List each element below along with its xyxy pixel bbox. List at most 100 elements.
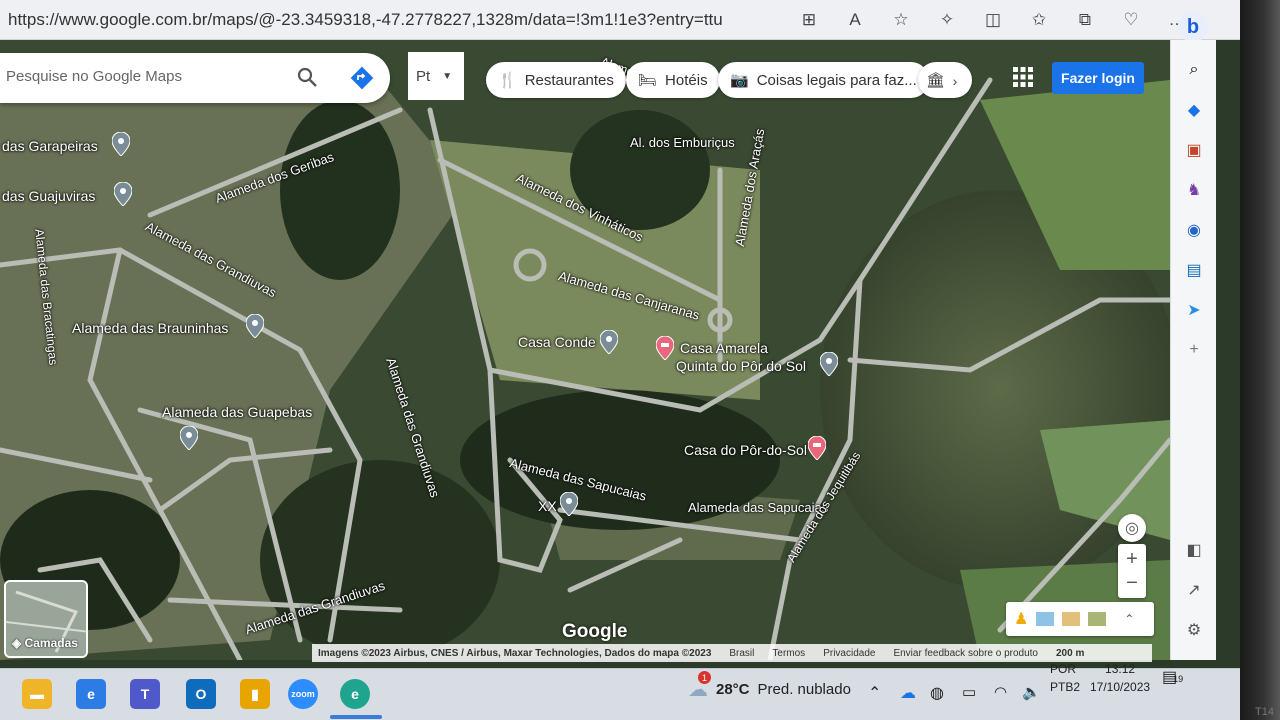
place-label[interactable]: Casa do Pôr-do-Sol: [684, 442, 807, 458]
map-imagery: [0, 40, 1170, 660]
zoom-icon[interactable]: zoom: [288, 679, 318, 709]
keyboard-layout: PTB2: [1050, 680, 1081, 694]
map-type-thumb[interactable]: [1062, 612, 1081, 626]
search-icon[interactable]: [295, 65, 319, 89]
read-aloud-icon[interactable]: A: [832, 8, 878, 32]
active-app-indicator: [330, 715, 382, 719]
place-label[interactable]: Casa Conde: [518, 334, 596, 350]
bing-copilot-icon[interactable]: b: [1178, 12, 1208, 42]
place-label[interactable]: Casa Amarela: [680, 340, 768, 356]
terms-link[interactable]: Termos: [772, 648, 805, 659]
country-link[interactable]: Brasil: [729, 648, 754, 659]
crosshair-icon: ◎: [1125, 520, 1139, 537]
expand-up-icon[interactable]: ⌃: [1124, 612, 1134, 626]
apps-grid-icon[interactable]: [1012, 66, 1034, 88]
chevron-up-icon[interactable]: ⌃: [868, 683, 881, 703]
address-bar[interactable]: https://www.google.com.br/maps/@-23.3459…: [8, 10, 723, 30]
chip-hotels[interactable]: 🛏 Hotéis: [626, 62, 720, 98]
outlook-icon[interactable]: O: [186, 679, 216, 709]
language-code: POR: [1050, 662, 1077, 676]
hotel-pin-icon[interactable]: [656, 336, 674, 360]
outlook-sidebar-icon[interactable]: ▤: [1184, 260, 1204, 280]
clock-date: 17/10/2023: [1090, 680, 1151, 694]
language-indicator[interactable]: POR PTB2: [1050, 662, 1080, 694]
language-select[interactable]: Pt ▼: [408, 52, 464, 100]
add-icon[interactable]: +: [1184, 340, 1204, 360]
map-type-thumb[interactable]: [1088, 612, 1107, 626]
hotel-pin-icon[interactable]: [808, 436, 826, 460]
map-footer: Imagens ©2023 Airbus, CNES / Airbus, Max…: [312, 644, 1152, 662]
map-pin-icon[interactable]: [112, 132, 130, 156]
language-value: Pt: [416, 67, 431, 85]
browser-toolbar: https://www.google.com.br/maps/@-23.3459…: [0, 0, 1240, 40]
satellite-map[interactable]: das Garapeiras Alameda dos Geribas das G…: [0, 40, 1170, 660]
road-label: das Guajuviras: [2, 188, 96, 204]
zoom-control: + −: [1118, 544, 1146, 598]
chips-next-button[interactable]: ›: [942, 68, 968, 94]
road-label: Alameda das Brauninhas: [72, 320, 229, 336]
road-label: Alameda das Guapebas: [162, 404, 313, 420]
zoom-out-button[interactable]: −: [1126, 571, 1138, 595]
search-input[interactable]: Pesquise no Google Maps: [6, 68, 182, 85]
directions-icon[interactable]: [350, 66, 374, 90]
shopping-tag-icon[interactable]: ◆: [1184, 100, 1204, 120]
extensions-icon[interactable]: ✧: [924, 8, 970, 32]
chip-restaurants[interactable]: 🍴 Restaurantes: [486, 62, 626, 98]
games-icon[interactable]: ♞: [1184, 180, 1204, 200]
split-screen-icon[interactable]: ◫: [970, 8, 1016, 32]
street-view-control[interactable]: ♟ ⌃: [1006, 602, 1154, 636]
tools-briefcase-icon[interactable]: ▣: [1184, 140, 1204, 160]
zoom-in-button[interactable]: +: [1126, 547, 1138, 571]
road-label: das Garapeiras: [2, 138, 98, 154]
login-button[interactable]: Fazer login: [1052, 62, 1144, 94]
edge-icon[interactable]: e: [340, 679, 370, 709]
place-label[interactable]: Quinta do Pôr do Sol: [676, 358, 806, 374]
cloud-icon: ☁ 1: [688, 671, 711, 702]
privacy-link[interactable]: Privacidade: [823, 648, 875, 659]
file-explorer-icon[interactable]: ▬: [22, 679, 52, 709]
favorite-star-icon[interactable]: ☆: [878, 8, 924, 32]
wifi-icon[interactable]: ◠: [994, 683, 1007, 701]
search-box[interactable]: Pesquise no Google Maps: [0, 53, 390, 103]
notifications-icon[interactable]: ▤19: [1162, 667, 1183, 687]
pegman-icon[interactable]: ♟: [1014, 609, 1028, 629]
place-label[interactable]: XX: [538, 498, 557, 514]
send-icon[interactable]: ➤: [1184, 300, 1204, 320]
split-panel-icon[interactable]: ◧: [1184, 540, 1204, 560]
fork-knife-icon: 🍴: [498, 72, 517, 89]
map-pin-icon[interactable]: [246, 314, 264, 338]
feedback-link[interactable]: Enviar feedback sobre o produto: [893, 648, 1038, 659]
sidebar-search-icon[interactable]: ⌕: [1184, 60, 1204, 80]
weather-widget[interactable]: ☁ 1 28°C Pred. nublado: [688, 671, 851, 702]
map-pin-icon[interactable]: [114, 182, 132, 206]
google-logo: Google: [562, 621, 628, 642]
onedrive-file-icon[interactable]: ▮: [240, 679, 270, 709]
monitor-bezel: T14: [1240, 0, 1280, 720]
my-location-button[interactable]: ◎: [1118, 514, 1146, 542]
layers-label: Camadas: [24, 636, 78, 650]
battery-icon[interactable]: ▭: [962, 683, 976, 701]
microsoft365-icon[interactable]: ◉: [1184, 220, 1204, 240]
grid-plus-icon[interactable]: ⊞: [786, 8, 832, 32]
taskbar: ▬ e T O ▮ zoom e ☁ 1 28°C Pred. nublado ⌃…: [0, 662, 1240, 720]
chip-attractions[interactable]: 📷 Coisas legais para faz...: [718, 62, 929, 98]
volume-icon[interactable]: 🔈: [1022, 683, 1041, 701]
layers-button[interactable]: ◈ Camadas: [4, 580, 88, 658]
clock[interactable]: 13:12 17/10/2023: [1090, 662, 1150, 694]
onedrive-icon[interactable]: ☁: [900, 683, 916, 703]
chip-label: Coisas legais para faz...: [756, 71, 917, 89]
map-type-thumb[interactable]: [1036, 612, 1055, 626]
map-pin-icon[interactable]: [560, 492, 578, 516]
chrome-icon[interactable]: ◍: [930, 683, 944, 703]
teams-icon[interactable]: T: [130, 679, 160, 709]
map-pin-icon[interactable]: [600, 330, 618, 354]
settings-gear-icon[interactable]: ⚙: [1184, 620, 1204, 640]
favorites-icon[interactable]: ✩: [1016, 8, 1062, 32]
internet-explorer-icon[interactable]: e: [76, 679, 106, 709]
weather-badge: 1: [698, 671, 711, 684]
collections-icon[interactable]: ⧉: [1062, 8, 1108, 32]
external-link-icon[interactable]: ↗: [1184, 580, 1204, 600]
map-pin-icon[interactable]: [820, 352, 838, 376]
map-pin-icon[interactable]: [180, 426, 198, 450]
health-icon[interactable]: ♡: [1108, 8, 1154, 32]
